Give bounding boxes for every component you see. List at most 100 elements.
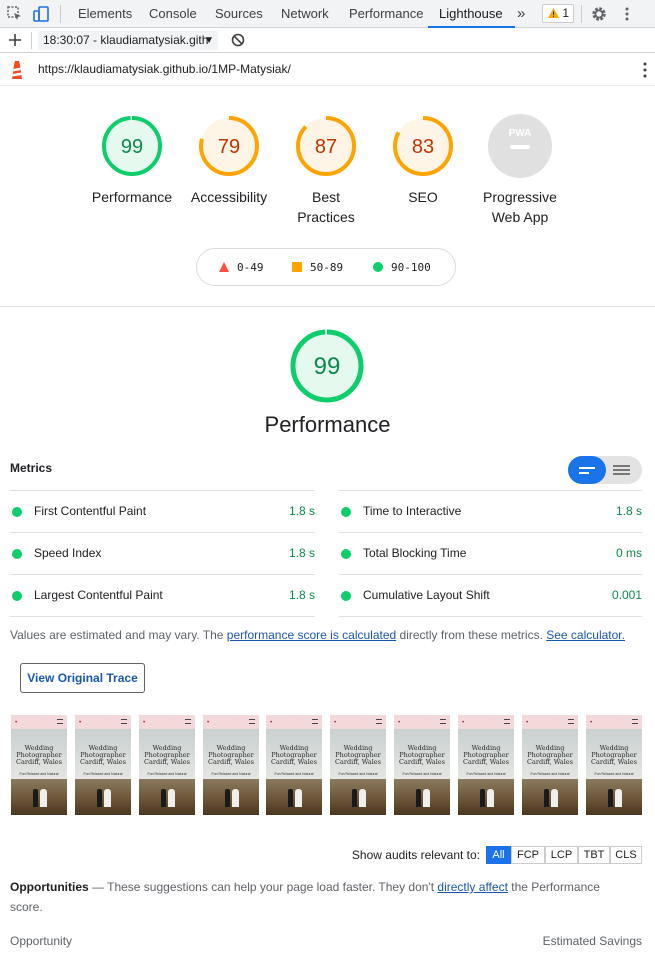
lighthouse-logo-icon — [9, 60, 25, 83]
metrics-heading: Metrics — [10, 461, 53, 475]
thumb-header: ♥ — [522, 715, 578, 729]
metric-label: Total Blocking Time — [363, 546, 467, 560]
see-calculator-link[interactable]: See calculator. — [546, 628, 625, 642]
performance-gauge-large: 99 — [286, 325, 368, 412]
filmstrip-frame: ♥ Wedding Photographer Cardiff, Wales Fun Re… — [522, 715, 578, 815]
thumb-person — [608, 789, 613, 807]
pass-dot-icon — [341, 591, 351, 601]
metric-cumulative-layout-shift: Cumulative Layout Shift 0.001 — [339, 574, 642, 616]
compact-view-icon-line — [579, 472, 589, 474]
filter-chip-fcp[interactable]: FCP — [511, 846, 545, 864]
inspect-element-icon[interactable] — [6, 5, 24, 23]
legend-average: 50-89 — [292, 261, 343, 275]
metric-label: Cumulative Layout Shift — [363, 588, 490, 602]
tab-elements[interactable]: Elements — [78, 0, 132, 28]
tab-sources[interactable]: Sources — [215, 0, 263, 28]
thumb-subtitle: Fun Relaxed and Natural — [466, 772, 506, 776]
device-toolbar-icon[interactable] — [32, 5, 50, 23]
tab-network[interactable]: Network — [281, 0, 329, 28]
compact-view-icon — [579, 467, 595, 469]
menu-icon — [121, 719, 127, 724]
thumb-person — [104, 789, 111, 807]
filmstrip-frame: ♥ Wedding Photographer Cardiff, Wales Fun Re… — [139, 715, 195, 815]
thumb-header: ♥ — [394, 715, 450, 729]
metrics-disclaimer: Values are estimated and may vary. The p… — [10, 627, 650, 643]
report-select[interactable]: 18:30:07 - klaudiamatysiak.gith ▼ — [38, 31, 218, 50]
toolbar-divider — [581, 5, 582, 23]
metrics-view-toggle[interactable] — [568, 456, 642, 484]
thumb-subtitle: Fun Relaxed and Natural — [402, 772, 442, 776]
thumb-subtitle: Fun Relaxed and Natural — [147, 772, 187, 776]
pwa-badge-text: PWA — [509, 128, 532, 139]
score-value: 79 — [218, 136, 240, 158]
thumb-ground — [11, 779, 67, 815]
lighthouse-toolbar: 18:30:07 - klaudiamatysiak.gith ▼ — [0, 28, 655, 53]
thumb-ground — [458, 779, 514, 815]
thumb-person — [225, 789, 230, 807]
menu-icon — [312, 719, 318, 724]
filmstrip-frame: ♥ Wedding Photographer Cardiff, Wales Fun Re… — [11, 715, 67, 815]
expanded-view-icon[interactable] — [613, 465, 630, 467]
toolbar-divider — [31, 32, 32, 49]
directly-affect-link[interactable]: directly affect — [437, 880, 507, 894]
gauge-performance[interactable]: 99 Performance — [82, 113, 182, 207]
settings-gear-icon[interactable] — [590, 5, 608, 23]
gauge-best-practices[interactable]: 87 Best Practices — [276, 113, 376, 227]
report-url[interactable]: https://klaudiamatysiak.github.io/1MP-Ma… — [38, 53, 291, 86]
filter-chip-tbt[interactable]: TBT — [578, 846, 610, 864]
report-menu-icon[interactable] — [637, 61, 653, 82]
logo-icon: ♥ — [334, 719, 337, 724]
legend-pass-range: 90-100 — [391, 261, 431, 274]
thumb-person — [544, 789, 549, 807]
filter-chip-all[interactable]: All — [486, 846, 511, 864]
thumb-title: Wedding Photographer Cardiff, Wales — [203, 745, 259, 766]
gauge-label: Performance — [91, 189, 173, 205]
opportunities-table-header: Opportunity Estimated Savings — [10, 934, 642, 948]
tab-performance[interactable]: Performance — [349, 0, 423, 28]
tab-console[interactable]: Console — [149, 0, 197, 28]
thumb-person — [423, 789, 430, 807]
view-original-trace-button[interactable]: View Original Trace — [20, 663, 145, 693]
menu-icon — [568, 719, 574, 724]
thumb-person — [295, 789, 302, 807]
metric-first-contentful-paint: First Contentful Paint 1.8 s — [10, 490, 315, 532]
thumb-header: ♥ — [11, 715, 67, 729]
filmstrip-frame: ♥ Wedding Photographer Cardiff, Wales Fun Re… — [586, 715, 642, 815]
new-report-plus-icon[interactable] — [7, 31, 23, 52]
score-calculated-link[interactable]: performance score is calculated — [227, 628, 396, 642]
metric-value: 1.8 s — [288, 546, 315, 560]
more-options-icon[interactable] — [618, 5, 636, 23]
column-opportunity: Opportunity — [10, 934, 73, 948]
devtools-tab-bar: Elements Console Sources Network Perform… — [0, 0, 655, 28]
gauge-pwa[interactable]: PWA Progressive Web App — [470, 113, 570, 227]
thumb-title: Wedding Photographer Cardiff, Wales — [75, 745, 131, 766]
filmstrip-frame: ♥ Wedding Photographer Cardiff, Wales Fun Re… — [203, 715, 259, 815]
gauge-seo[interactable]: 83 SEO — [373, 113, 473, 207]
warnings-badge[interactable]: 1 — [542, 4, 574, 23]
thumb-title: Wedding Photographer Cardiff, Wales — [586, 745, 642, 766]
gauge-accessibility[interactable]: 79 Accessibility — [179, 113, 279, 207]
thumb-title-line: Cardiff, Wales — [144, 758, 190, 766]
tab-lighthouse[interactable]: Lighthouse — [428, 0, 515, 28]
thumb-person — [615, 789, 622, 807]
thumb-header: ♥ — [203, 715, 259, 729]
thumb-subtitle: Fun Relaxed and Natural — [19, 772, 59, 776]
thumb-ground — [394, 779, 450, 815]
legend-fail-range: 0-49 — [237, 261, 264, 274]
clear-reports-icon[interactable] — [230, 32, 246, 51]
thumb-ground — [266, 779, 322, 815]
metric-total-blocking-time: Total Blocking Time 0 ms — [339, 532, 642, 574]
filter-chip-lcp[interactable]: LCP — [545, 846, 578, 864]
more-tabs-chevron-icon[interactable]: » — [517, 0, 525, 28]
filter-chip-cls[interactable]: CLS — [610, 846, 642, 864]
thumb-title-line: Cardiff, Wales — [399, 758, 445, 766]
score-ring: 83 — [393, 116, 453, 176]
orange-square-icon — [292, 262, 302, 272]
column-estimated-savings: Estimated Savings — [542, 934, 642, 948]
em-dash: — — [88, 880, 108, 894]
pass-dot-icon — [12, 549, 22, 559]
pwa-badge-icon: PWA — [488, 114, 552, 178]
toggle-compact-view[interactable] — [568, 456, 606, 484]
thumb-subtitle: Fun Relaxed and Natural — [338, 772, 378, 776]
thumb-subtitle: Fun Relaxed and Natural — [211, 772, 251, 776]
